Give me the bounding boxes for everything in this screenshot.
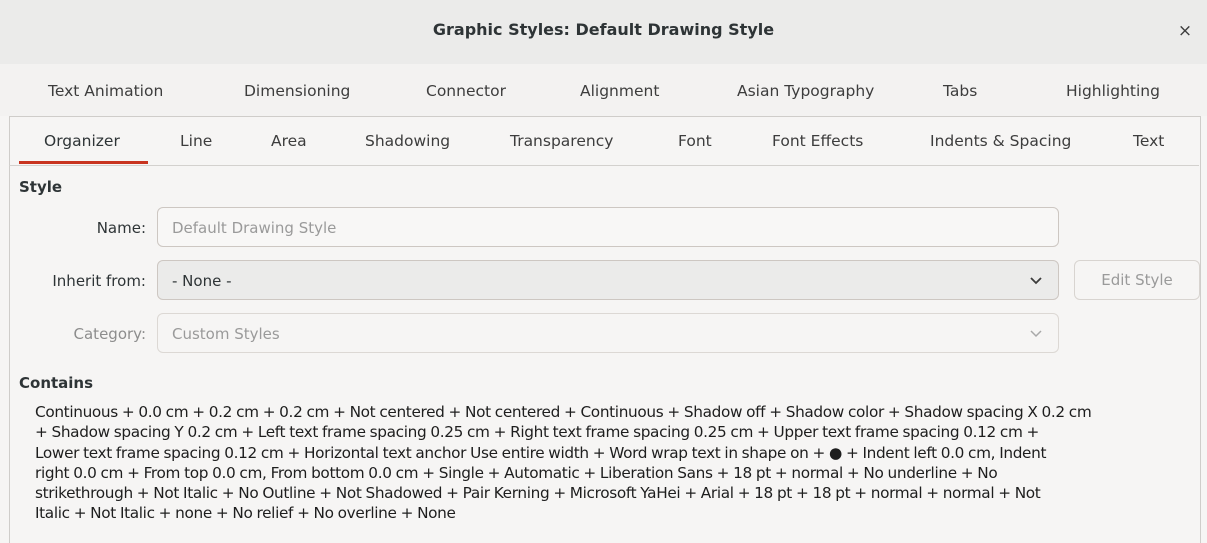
contains-line: strikethrough + Not Italic + No Outline … bbox=[35, 484, 1041, 503]
inherit-from-value: - None - bbox=[172, 272, 232, 290]
tab-font-effects[interactable]: Font Effects bbox=[772, 132, 863, 150]
tab-line[interactable]: Line bbox=[180, 132, 212, 150]
tab-font[interactable]: Font bbox=[678, 132, 712, 150]
tab-row-secondary: Text Animation Dimensioning Connector Al… bbox=[0, 64, 1207, 116]
tab-indents-spacing[interactable]: Indents & Spacing bbox=[930, 132, 1071, 150]
contains-line: Italic + Not Italic + none + No relief +… bbox=[35, 504, 456, 523]
name-label: Name: bbox=[96, 219, 146, 237]
tab-text-animation[interactable]: Text Animation bbox=[48, 82, 163, 100]
title-bar: Graphic Styles: Default Drawing Style × bbox=[0, 0, 1207, 65]
active-tab-indicator bbox=[19, 161, 148, 164]
tab-shadowing[interactable]: Shadowing bbox=[365, 132, 450, 150]
contains-line: Lower text frame spacing 0.12 cm + Horiz… bbox=[35, 443, 1047, 462]
name-field[interactable]: Default Drawing Style bbox=[157, 207, 1059, 247]
tab-connector[interactable]: Connector bbox=[426, 82, 506, 100]
tab-transparency[interactable]: Transparency bbox=[510, 132, 613, 150]
contains-description: Continuous + 0.0 cm + 0.2 cm + 0.2 cm + … bbox=[35, 402, 1200, 524]
contains-heading: Contains bbox=[19, 374, 94, 392]
tab-row-primary: Organizer Line Area Shadowing Transparen… bbox=[9, 116, 1199, 166]
tab-text[interactable]: Text bbox=[1133, 132, 1164, 150]
window-title: Graphic Styles: Default Drawing Style bbox=[432, 20, 775, 39]
tab-dimensioning[interactable]: Dimensioning bbox=[244, 82, 350, 100]
contains-line: Continuous + 0.0 cm + 0.2 cm + 0.2 cm + … bbox=[35, 403, 1092, 421]
contains-line: + Shadow spacing Y 0.2 cm + Left text fr… bbox=[35, 423, 1039, 442]
tab-area[interactable]: Area bbox=[271, 132, 307, 150]
category-label: Category: bbox=[73, 325, 146, 343]
inherit-from-select[interactable]: - None - bbox=[157, 260, 1059, 300]
tab-tabs[interactable]: Tabs bbox=[943, 82, 977, 100]
tab-highlighting[interactable]: Highlighting bbox=[1066, 82, 1160, 100]
chevron-down-icon bbox=[1030, 330, 1042, 338]
category-value: Custom Styles bbox=[172, 325, 280, 343]
category-select[interactable]: Custom Styles bbox=[157, 313, 1059, 353]
tab-asian-typography[interactable]: Asian Typography bbox=[737, 82, 874, 100]
contains-line: right 0.0 cm + From top 0.0 cm, From bot… bbox=[35, 463, 998, 482]
name-field-value: Default Drawing Style bbox=[172, 219, 337, 237]
tab-alignment[interactable]: Alignment bbox=[580, 82, 659, 100]
style-heading: Style bbox=[19, 178, 63, 196]
edit-style-button[interactable]: Edit Style bbox=[1074, 260, 1200, 300]
tab-organizer[interactable]: Organizer bbox=[44, 132, 120, 150]
chevron-down-icon bbox=[1030, 277, 1042, 285]
inherit-from-label: Inherit from: bbox=[52, 272, 146, 290]
close-icon[interactable]: × bbox=[1175, 20, 1195, 42]
